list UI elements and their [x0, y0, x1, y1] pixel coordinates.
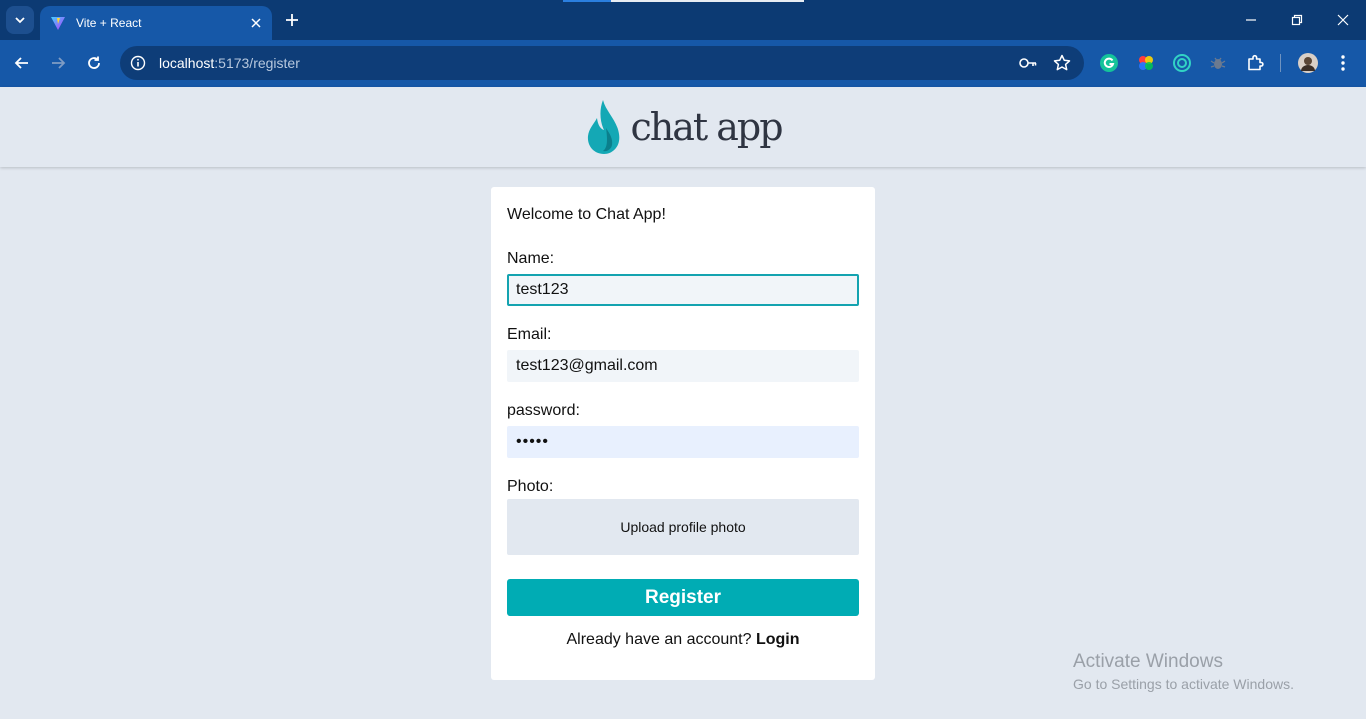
close-window-button[interactable] — [1320, 0, 1366, 40]
vite-icon — [50, 15, 66, 31]
back-button[interactable] — [10, 51, 34, 75]
profile-avatar[interactable] — [1297, 52, 1319, 74]
arrow-right-icon — [52, 57, 66, 69]
password-label: password: — [507, 402, 580, 419]
browser-tab-bar: Vite + React — [0, 0, 1366, 40]
color-picker-extension-icon[interactable] — [1135, 52, 1157, 74]
flame-logo-icon — [588, 100, 620, 154]
close-icon — [1337, 14, 1349, 26]
email-input[interactable] — [507, 350, 859, 382]
plus-icon — [286, 14, 298, 26]
activation-subtitle: Go to Settings to activate Windows. — [1073, 676, 1294, 692]
welcome-heading: Welcome to Chat App! — [507, 206, 666, 223]
new-tab-button[interactable] — [280, 8, 304, 32]
app-logo: chat app — [584, 98, 784, 156]
browser-toolbar: localhost:5173/register — [0, 40, 1366, 87]
logo-text: chat app — [630, 105, 783, 149]
bug-extension-icon[interactable] — [1207, 52, 1229, 74]
toolbar-separator — [1280, 54, 1281, 72]
menu-kebab-icon[interactable] — [1332, 52, 1354, 74]
upload-photo-dropzone[interactable]: Upload profile photo — [507, 499, 859, 555]
minimize-button[interactable] — [1228, 0, 1274, 40]
restore-button[interactable] — [1274, 0, 1320, 40]
reload-button[interactable] — [82, 51, 106, 75]
url-path: :5173/register — [214, 55, 300, 71]
login-prompt: Already have an account? Login — [491, 631, 875, 649]
name-input[interactable] — [507, 274, 859, 306]
tab-title: Vite + React — [76, 16, 142, 30]
extensions-puzzle-icon[interactable] — [1244, 52, 1266, 74]
close-tab-icon[interactable] — [248, 15, 264, 31]
minimize-icon — [1246, 19, 1256, 21]
email-label: Email: — [507, 326, 552, 343]
upload-photo-label: Upload profile photo — [620, 519, 746, 535]
photo-label: Photo: — [507, 478, 554, 495]
login-prompt-text: Already have an account? — [566, 631, 756, 648]
address-bar[interactable]: localhost:5173/register — [120, 46, 1084, 80]
bookmark-star-icon[interactable] — [1052, 53, 1072, 78]
grammarly-extension-icon[interactable] — [1098, 52, 1120, 74]
arrow-left-icon — [14, 57, 28, 69]
browser-tab-active[interactable]: Vite + React — [40, 6, 272, 40]
name-label: Name: — [507, 250, 555, 267]
app-header: chat app — [0, 87, 1366, 167]
chevron-down-icon — [15, 17, 25, 24]
url-host: localhost — [159, 55, 215, 71]
register-button[interactable]: Register — [507, 579, 859, 616]
password-input[interactable] — [507, 426, 859, 458]
url-text: localhost:5173/register — [159, 55, 300, 71]
register-card: Welcome to Chat App! Name: Email: passwo… — [491, 187, 875, 680]
site-info-icon[interactable] — [129, 54, 147, 72]
login-link[interactable]: Login — [756, 631, 800, 648]
tab-search-button[interactable] — [6, 6, 34, 34]
tab-strip-indicator — [563, 0, 804, 2]
password-key-icon[interactable] — [1018, 53, 1038, 78]
reload-icon — [88, 56, 100, 69]
forward-button[interactable] — [46, 51, 70, 75]
restore-icon — [1291, 14, 1303, 26]
activation-title: Activate Windows — [1073, 651, 1223, 672]
target-extension-icon[interactable] — [1171, 52, 1193, 74]
windows-activation-watermark: Activate Windows Go to Settings to activ… — [1073, 651, 1294, 692]
